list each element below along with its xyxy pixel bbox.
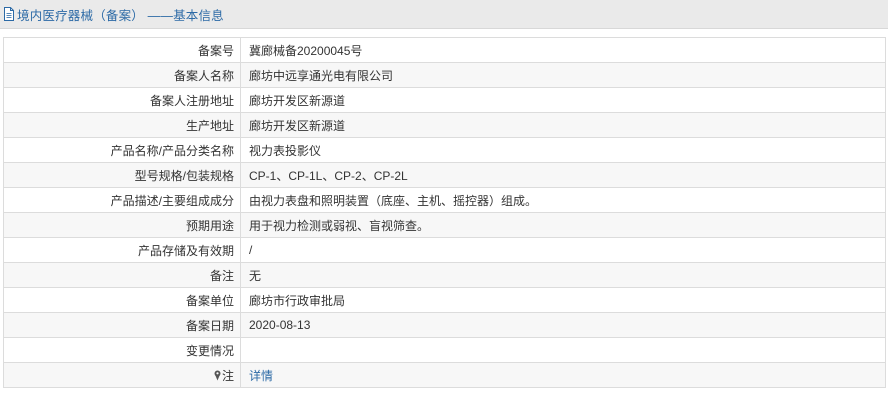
field-value-filing-number: 冀廊械备20200045号 (240, 37, 886, 63)
table-row: 预期用途 用于视力检测或弱视、盲视筛查。 (3, 212, 886, 238)
table-row: 变更情况 (3, 337, 886, 363)
field-label-filing-authority: 备案单位 (3, 287, 241, 313)
table-row: 型号规格/包装规格 CP-1、CP-1L、CP-2、CP-2L (3, 162, 886, 188)
field-label-intended-use: 预期用途 (3, 212, 241, 238)
field-label-remarks: 备注 (3, 262, 241, 288)
field-label-product-name: 产品名称/产品分类名称 (3, 137, 241, 163)
table-row: 产品名称/产品分类名称 视力表投影仪 (3, 137, 886, 163)
field-value-registrant-address: 廊坊开发区新源道 (240, 87, 886, 113)
table-row: 备案号 冀廊械备20200045号 (3, 37, 886, 63)
field-value-intended-use: 用于视力检测或弱视、盲视筛查。 (240, 212, 886, 238)
table-row: 产品存储及有效期 / (3, 237, 886, 263)
basic-info-table: 备案号 冀廊械备20200045号 备案人名称 廊坊中远享通光电有限公司 备案人… (3, 37, 886, 388)
details-link[interactable]: 详情 (249, 369, 273, 383)
field-label-filing-number: 备案号 (3, 37, 241, 63)
table-row: 备注 无 (3, 262, 886, 288)
field-label-production-address: 生产地址 (3, 112, 241, 138)
field-value-change-status (240, 337, 886, 363)
table-row: 备案人注册地址 廊坊开发区新源道 (3, 87, 886, 113)
table-row: 备案单位 廊坊市行政审批局 (3, 287, 886, 313)
field-value-production-address: 廊坊开发区新源道 (240, 112, 886, 138)
table-row: 注 详情 (3, 362, 886, 388)
field-value-filing-date: 2020-08-13 (240, 312, 886, 338)
field-label-registrant-address: 备案人注册地址 (3, 87, 241, 113)
field-value-storage-validity: / (240, 237, 886, 263)
table-row: 生产地址 廊坊开发区新源道 (3, 112, 886, 138)
table-row: 备案日期 2020-08-13 (3, 312, 886, 338)
field-value-note: 详情 (240, 362, 886, 388)
document-icon (4, 7, 14, 21)
field-label-storage-validity: 产品存储及有效期 (3, 237, 241, 263)
note-label: 注 (221, 368, 234, 383)
table-row: 产品描述/主要组成成分 由视力表盘和照明装置（底座、主机、摇控器）组成。 (3, 187, 886, 213)
field-label-registrant-name: 备案人名称 (3, 62, 241, 88)
table-row: 备案人名称 廊坊中远享通光电有限公司 (3, 62, 886, 88)
field-value-registrant-name: 廊坊中远享通光电有限公司 (240, 62, 886, 88)
field-value-product-name: 视力表投影仪 (240, 137, 886, 163)
field-value-filing-authority: 廊坊市行政审批局 (240, 287, 886, 313)
field-label-product-description: 产品描述/主要组成成分 (3, 187, 241, 213)
field-value-product-description: 由视力表盘和照明装置（底座、主机、摇控器）组成。 (240, 187, 886, 213)
field-value-remarks: 无 (240, 262, 886, 288)
pin-icon (214, 370, 221, 380)
field-label-model-spec: 型号规格/包装规格 (3, 162, 241, 188)
field-label-note: 注 (3, 362, 241, 388)
field-value-model-spec: CP-1、CP-1L、CP-2、CP-2L (240, 162, 886, 188)
field-label-filing-date: 备案日期 (3, 312, 241, 338)
field-label-change-status: 变更情况 (3, 337, 241, 363)
page-header: 境内医疗器械（备案） ——基本信息 (0, 0, 888, 29)
page-title: 境内医疗器械（备案） ——基本信息 (17, 8, 224, 23)
